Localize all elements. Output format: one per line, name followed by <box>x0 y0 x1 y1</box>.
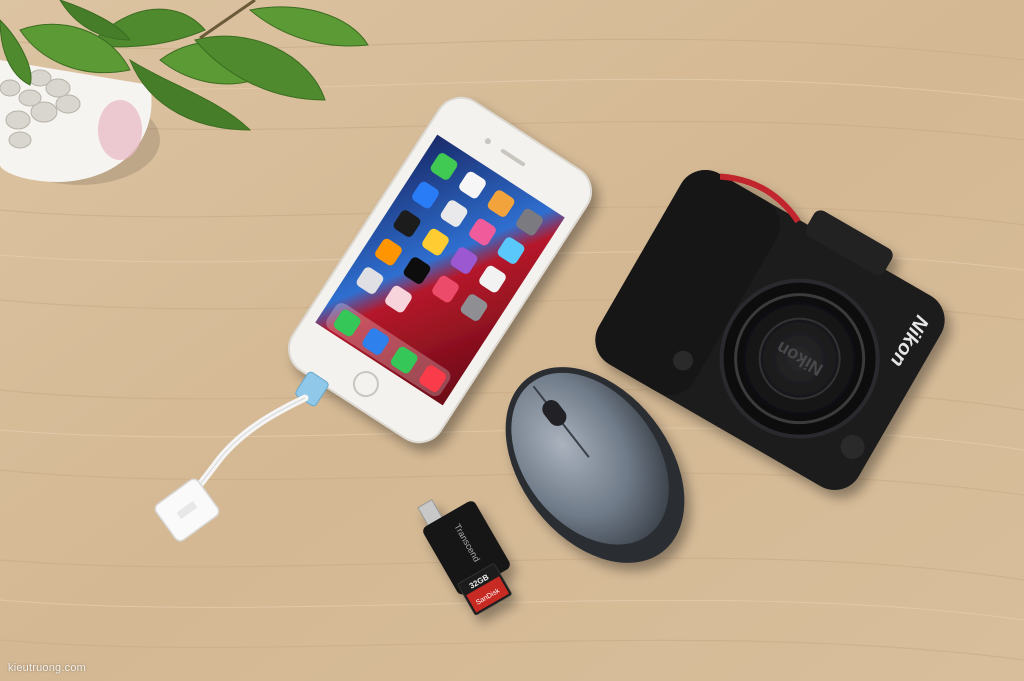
watermark-text: kieutruong.com <box>8 662 87 674</box>
photo-scene: Transcend 32GB SanDisk Nikon Nikon kieut… <box>0 0 1024 681</box>
photo-canvas: Transcend 32GB SanDisk Nikon Nikon <box>0 0 1024 681</box>
